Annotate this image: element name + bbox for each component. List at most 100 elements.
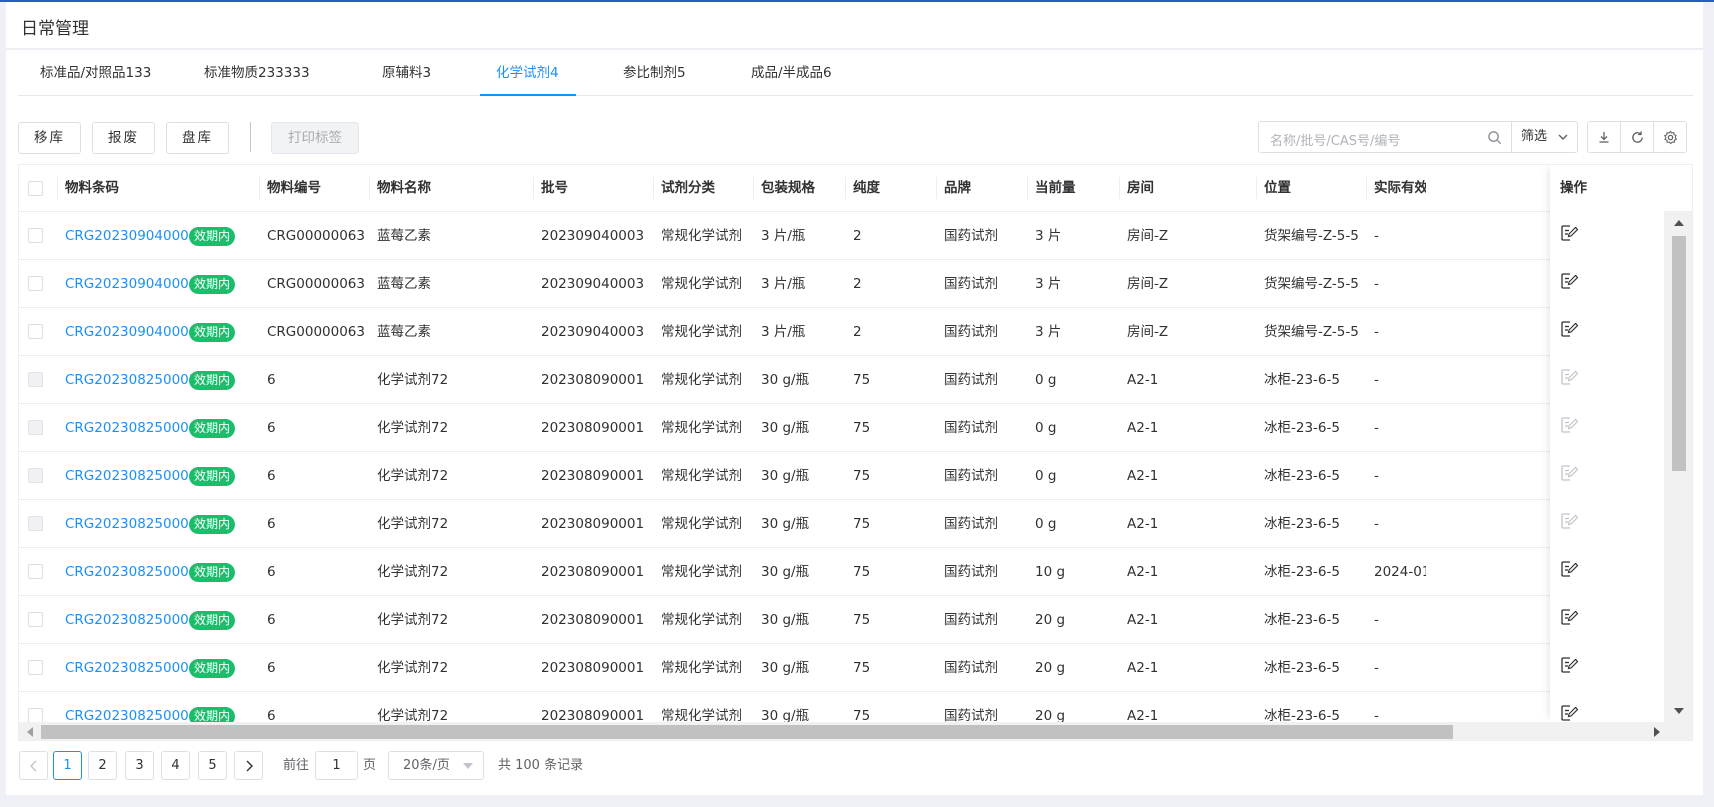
table-row[interactable]: CRG2023082500008 效期内 6 化学试剂72 202308090001 常规… — [19, 452, 1692, 500]
row-checkbox[interactable] — [28, 276, 43, 291]
barcode-link[interactable]: CRG2023082500010 — [65, 356, 206, 404]
tab-finished-products[interactable]: 成品/半成品6 — [751, 50, 832, 96]
category-cell: 常规化学试剂 — [661, 708, 742, 722]
header-divider — [369, 177, 370, 199]
edit-record-icon[interactable] — [1560, 560, 1579, 578]
edit-record-icon[interactable] — [1560, 704, 1579, 722]
tab-raw-materials[interactable]: 原辅料3 — [382, 50, 431, 96]
prev-page-button[interactable] — [19, 751, 48, 780]
barcode-link[interactable]: CRG2023090400003 — [65, 212, 206, 260]
barcode-link[interactable]: CRG2023082500007 — [65, 500, 206, 548]
barcode-link[interactable]: CRG2023090400002 — [65, 260, 206, 308]
room-cell: A2-1 — [1127, 564, 1159, 580]
status-badge: 效期内 — [189, 419, 236, 438]
barcode-link[interactable]: CRG2023090400001 — [65, 308, 206, 356]
row-checkbox[interactable] — [28, 228, 43, 243]
scroll-right-arrow[interactable] — [1654, 727, 1660, 737]
horizontal-scroll-thumb[interactable] — [41, 725, 1453, 739]
row-checkbox[interactable] — [28, 612, 43, 627]
quantity-cell: 0 g — [1035, 468, 1057, 484]
column-header-expiry: 实际有效 — [1374, 180, 1426, 196]
next-page-button[interactable] — [234, 751, 263, 780]
tab-standard-reference[interactable]: 标准品/对照品133 — [40, 50, 151, 96]
move-button[interactable]: 移库 — [18, 122, 81, 154]
tab-chemical-reagents[interactable]: 化学试剂4 — [496, 50, 559, 96]
chevron-right-icon — [246, 760, 253, 772]
room-cell: A2-1 — [1127, 516, 1159, 532]
barcode-link[interactable]: CRG2023082500003 — [65, 692, 206, 722]
goto-page-input[interactable]: 1 — [315, 751, 358, 780]
barcode-link[interactable]: CRG2023082500009 — [65, 404, 206, 452]
filter-dropdown[interactable]: 筛选 — [1512, 121, 1578, 153]
refresh-button[interactable] — [1620, 121, 1654, 153]
table-row[interactable]: CRG2023082500004 效期内 6 化学试剂72 202308090001 常规… — [19, 644, 1692, 692]
room-cell: 房间-Z — [1127, 228, 1169, 244]
vertical-scroll-thumb[interactable] — [1672, 236, 1686, 471]
location-cell: 冰柜-23-6-5 — [1264, 516, 1340, 532]
tab-standard-substance[interactable]: 标准物质233333 — [204, 50, 310, 96]
row-checkbox[interactable] — [28, 324, 43, 339]
scroll-down-arrow[interactable] — [1674, 708, 1684, 714]
tab-reference-preparations[interactable]: 参比制剂5 — [623, 50, 686, 96]
edit-record-icon[interactable] — [1560, 272, 1579, 290]
edit-record-icon[interactable] — [1560, 224, 1579, 242]
row-checkbox[interactable] — [28, 708, 43, 722]
material-no-cell: 6 — [267, 420, 276, 436]
page-button-4[interactable]: 4 — [161, 751, 190, 780]
scrap-button[interactable]: 报废 — [92, 122, 155, 154]
scroll-left-arrow[interactable] — [27, 727, 33, 737]
search-input[interactable]: 名称/批号/CAS号/编号 — [1258, 121, 1512, 153]
select-all-checkbox[interactable] — [28, 181, 43, 196]
quantity-cell: 20 g — [1035, 708, 1066, 722]
room-cell: A2-1 — [1127, 372, 1159, 388]
barcode-link[interactable]: CRG2023082500006 — [65, 548, 206, 596]
status-badge: 效期内 — [189, 227, 236, 246]
expiry-cell: - — [1374, 324, 1379, 340]
material-no-cell: 6 — [267, 468, 276, 484]
print-label-button[interactable]: 打印标签 — [271, 122, 359, 154]
page-size-select[interactable]: 20条/页 — [388, 751, 484, 780]
category-cell: 常规化学试剂 — [661, 660, 742, 676]
edit-record-icon[interactable] — [1560, 320, 1579, 338]
package-cell: 30 g/瓶 — [761, 660, 810, 676]
purity-cell: 75 — [853, 660, 871, 676]
settings-button[interactable] — [1653, 121, 1687, 153]
column-header-batch: 批号 — [541, 180, 568, 196]
table-row[interactable]: CRG2023090400003 效期内 CRG00000063 蓝莓乙素 202309… — [19, 212, 1692, 260]
row-checkbox[interactable] — [28, 660, 43, 675]
page-button-1[interactable]: 1 — [53, 751, 82, 780]
room-cell: 房间-Z — [1127, 324, 1169, 340]
barcode-link[interactable]: CRG2023082500005 — [65, 596, 206, 644]
batch-cell: 202308090001 — [541, 708, 645, 722]
row-checkbox — [28, 372, 43, 387]
download-button[interactable] — [1587, 121, 1621, 153]
page-button-5[interactable]: 5 — [198, 751, 227, 780]
table-row[interactable]: CRG2023082500010 效期内 6 化学试剂72 202308090001 常规… — [19, 356, 1692, 404]
page-button-3[interactable]: 3 — [125, 751, 154, 780]
horizontal-scrollbar[interactable] — [19, 722, 1692, 740]
column-header-barcode: 物料条码 — [65, 180, 119, 196]
table-row[interactable]: CRG2023082500006 效期内 6 化学试剂72 202308090001 常规… — [19, 548, 1692, 596]
inventory-button[interactable]: 盘库 — [166, 122, 229, 154]
table-row[interactable]: CRG2023082500007 效期内 6 化学试剂72 202308090001 常规… — [19, 500, 1692, 548]
page-button-2[interactable]: 2 — [88, 751, 117, 780]
table-row[interactable]: CRG2023082500005 效期内 6 化学试剂72 202308090001 常规… — [19, 596, 1692, 644]
room-cell: 房间-Z — [1127, 276, 1169, 292]
gear-icon — [1663, 130, 1678, 145]
table-row[interactable]: CRG2023082500003 效期内 6 化学试剂72 202308090001 常规… — [19, 692, 1692, 722]
scroll-up-arrow[interactable] — [1674, 220, 1684, 226]
table-row[interactable]: CRG2023090400001 效期内 CRG00000063 蓝莓乙素 202309… — [19, 308, 1692, 356]
row-checkbox[interactable] — [28, 564, 43, 579]
table-row[interactable]: CRG2023090400002 效期内 CRG00000063 蓝莓乙素 202309… — [19, 260, 1692, 308]
batch-cell: 202308090001 — [541, 420, 645, 436]
edit-record-icon[interactable] — [1560, 656, 1579, 674]
material-name-cell: 化学试剂72 — [377, 516, 449, 532]
vertical-scrollbar[interactable] — [1664, 212, 1692, 722]
barcode-link[interactable]: CRG2023082500004 — [65, 644, 206, 692]
edit-record-icon[interactable] — [1560, 608, 1579, 626]
purity-cell: 75 — [853, 612, 871, 628]
goto-suffix: 页 — [363, 758, 377, 773]
table-row[interactable]: CRG2023082500009 效期内 6 化学试剂72 202308090001 常规… — [19, 404, 1692, 452]
barcode-link[interactable]: CRG2023082500008 — [65, 452, 206, 500]
column-header-quantity: 当前量 — [1035, 180, 1076, 196]
